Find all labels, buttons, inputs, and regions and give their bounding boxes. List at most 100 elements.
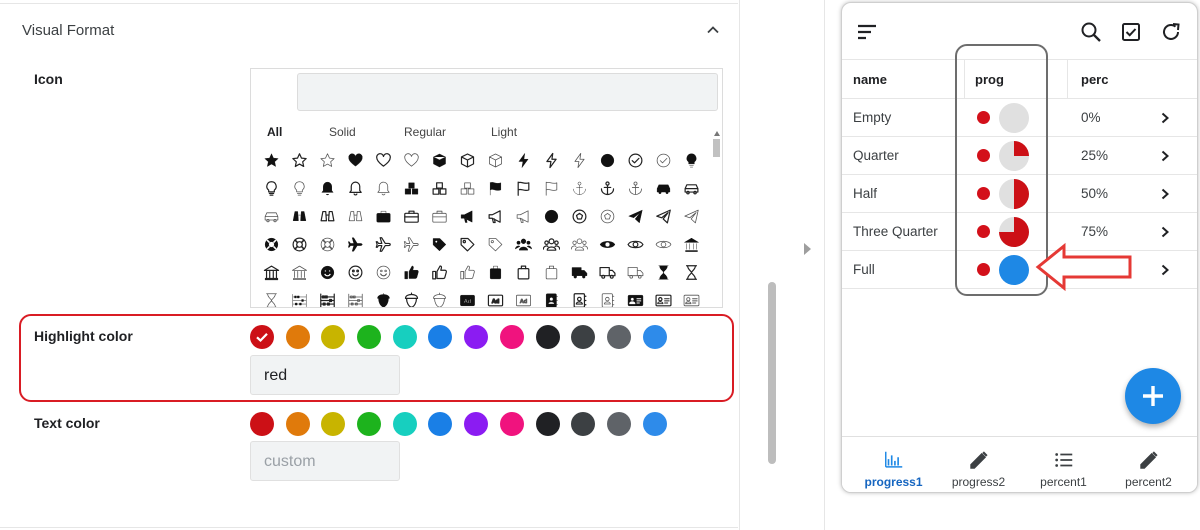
life-ring-regular-icon[interactable] [285, 230, 313, 258]
text-color-swatch-7[interactable] [499, 412, 524, 436]
address-book-regular-icon[interactable] [565, 286, 593, 307]
nav-tab-percent1[interactable]: percent1 [1019, 437, 1108, 492]
hourglass-light-icon[interactable] [257, 286, 285, 307]
binoculars-solid-icon[interactable] [285, 202, 313, 230]
paper-plane-regular-icon[interactable] [649, 202, 677, 230]
tag-regular-icon[interactable] [453, 230, 481, 258]
hourglass-solid-icon[interactable] [649, 258, 677, 286]
search-icon[interactable] [1080, 21, 1102, 43]
check-circle-light-icon[interactable] [649, 146, 677, 174]
star-regular-icon[interactable] [285, 146, 313, 174]
truck-light-icon[interactable] [621, 258, 649, 286]
nav-tab-progress2[interactable]: progress2 [934, 437, 1023, 492]
row-chevron[interactable] [1158, 175, 1172, 212]
flag-solid-icon[interactable] [481, 174, 509, 202]
scroll-up-arrow-icon[interactable] [714, 131, 720, 136]
row-chevron[interactable] [1158, 213, 1172, 250]
thumbs-up-light-icon[interactable] [453, 258, 481, 286]
check-circle-solid-icon[interactable] [593, 146, 621, 174]
acorn-solid-icon[interactable] [369, 286, 397, 307]
bolt-regular-icon[interactable] [537, 146, 565, 174]
truck-solid-icon[interactable] [565, 258, 593, 286]
university-regular-icon[interactable] [257, 258, 285, 286]
anchor-solid-icon[interactable] [565, 174, 593, 202]
icon-tab-light[interactable]: Light [491, 125, 517, 139]
hourglass-regular-icon[interactable] [677, 258, 705, 286]
text-color-swatch-9[interactable] [571, 412, 596, 436]
acorn-light-icon[interactable] [425, 286, 453, 307]
text-color-swatch-0[interactable] [250, 412, 274, 436]
row-chevron[interactable] [1158, 251, 1172, 288]
briefcase-solid-icon[interactable] [369, 202, 397, 230]
university-solid-icon[interactable] [677, 230, 705, 258]
icon-tab-regular[interactable]: Regular [404, 125, 446, 139]
text-color-swatch-11[interactable] [642, 412, 667, 436]
users-regular-icon[interactable] [537, 230, 565, 258]
car-regular-icon[interactable] [677, 174, 705, 202]
check-circle-regular-icon[interactable] [621, 146, 649, 174]
text-color-swatch-4[interactable] [392, 412, 417, 436]
nav-tab-progress1[interactable]: progress1 [849, 437, 938, 492]
ad-regular-icon[interactable]: Ad [481, 286, 509, 307]
suitcase-light-icon[interactable] [537, 258, 565, 286]
row-chevron[interactable] [1158, 99, 1172, 136]
icon-tab-solid[interactable]: Solid [329, 125, 356, 139]
bullhorn-solid-icon[interactable] [453, 202, 481, 230]
text-color-swatch-1[interactable] [285, 412, 310, 436]
chevron-up-icon[interactable] [705, 22, 721, 38]
address-card-regular-icon[interactable] [649, 286, 677, 307]
bolt-solid-icon[interactable] [509, 146, 537, 174]
flag-regular-icon[interactable] [509, 174, 537, 202]
smile-solid-icon[interactable] [313, 258, 341, 286]
users-solid-icon[interactable] [509, 230, 537, 258]
car-solid-icon[interactable] [649, 174, 677, 202]
car-light-icon[interactable] [257, 202, 285, 230]
truck-regular-icon[interactable] [593, 258, 621, 286]
text-color-swatch-5[interactable] [428, 412, 453, 436]
thumbs-up-regular-icon[interactable] [425, 258, 453, 286]
text-color-input[interactable]: custom [250, 441, 400, 481]
eye-solid-icon[interactable] [593, 230, 621, 258]
text-color-swatch-3[interactable] [357, 412, 382, 436]
panel-scrollbar[interactable] [768, 282, 776, 464]
anchor-regular-icon[interactable] [593, 174, 621, 202]
icon-picker-scroll-thumb[interactable] [713, 139, 720, 157]
text-color-swatch-6[interactable] [464, 412, 489, 436]
cubes-solid-icon[interactable] [397, 174, 425, 202]
binoculars-regular-icon[interactable] [313, 202, 341, 230]
expand-arrow-icon[interactable] [804, 243, 811, 255]
plane-light-icon[interactable] [397, 230, 425, 258]
icon-picker-scrollbar[interactable] [712, 139, 721, 307]
lightbulb-light-icon[interactable] [285, 174, 313, 202]
star-light-icon[interactable] [313, 146, 341, 174]
star-solid-icon[interactable] [257, 146, 285, 174]
acorn-regular-icon[interactable] [397, 286, 425, 307]
heart-light-icon[interactable] [397, 146, 425, 174]
address-book-light-icon[interactable] [593, 286, 621, 307]
cubes-regular-icon[interactable] [425, 174, 453, 202]
smile-light-icon[interactable] [369, 258, 397, 286]
icon-search-input[interactable] [297, 73, 718, 111]
nav-tab-percent2[interactable]: percent2 [1104, 437, 1193, 492]
address-book-solid-icon[interactable] [537, 286, 565, 307]
address-card-light-icon[interactable] [677, 286, 705, 307]
futbol-regular-icon[interactable] [565, 202, 593, 230]
lightbulb-regular-icon[interactable] [257, 174, 285, 202]
column-header-name[interactable]: name [853, 60, 887, 98]
bolt-light-icon[interactable] [565, 146, 593, 174]
thumbs-up-solid-icon[interactable] [397, 258, 425, 286]
bell-light-icon[interactable] [369, 174, 397, 202]
heart-solid-icon[interactable] [341, 146, 369, 174]
bullhorn-regular-icon[interactable] [481, 202, 509, 230]
checkbox-icon[interactable] [1120, 21, 1142, 43]
paper-plane-light-icon[interactable] [677, 202, 705, 230]
eye-light-icon[interactable] [649, 230, 677, 258]
text-color-swatch-8[interactable] [535, 412, 560, 436]
bell-solid-icon[interactable] [313, 174, 341, 202]
suitcase-solid-icon[interactable] [481, 258, 509, 286]
abacus-regular-icon[interactable] [313, 286, 341, 307]
text-color-swatch-2[interactable] [321, 412, 346, 436]
cubes-light-icon[interactable] [453, 174, 481, 202]
ad-light-icon[interactable]: Ad [509, 286, 537, 307]
sort-menu-icon[interactable] [856, 21, 878, 43]
